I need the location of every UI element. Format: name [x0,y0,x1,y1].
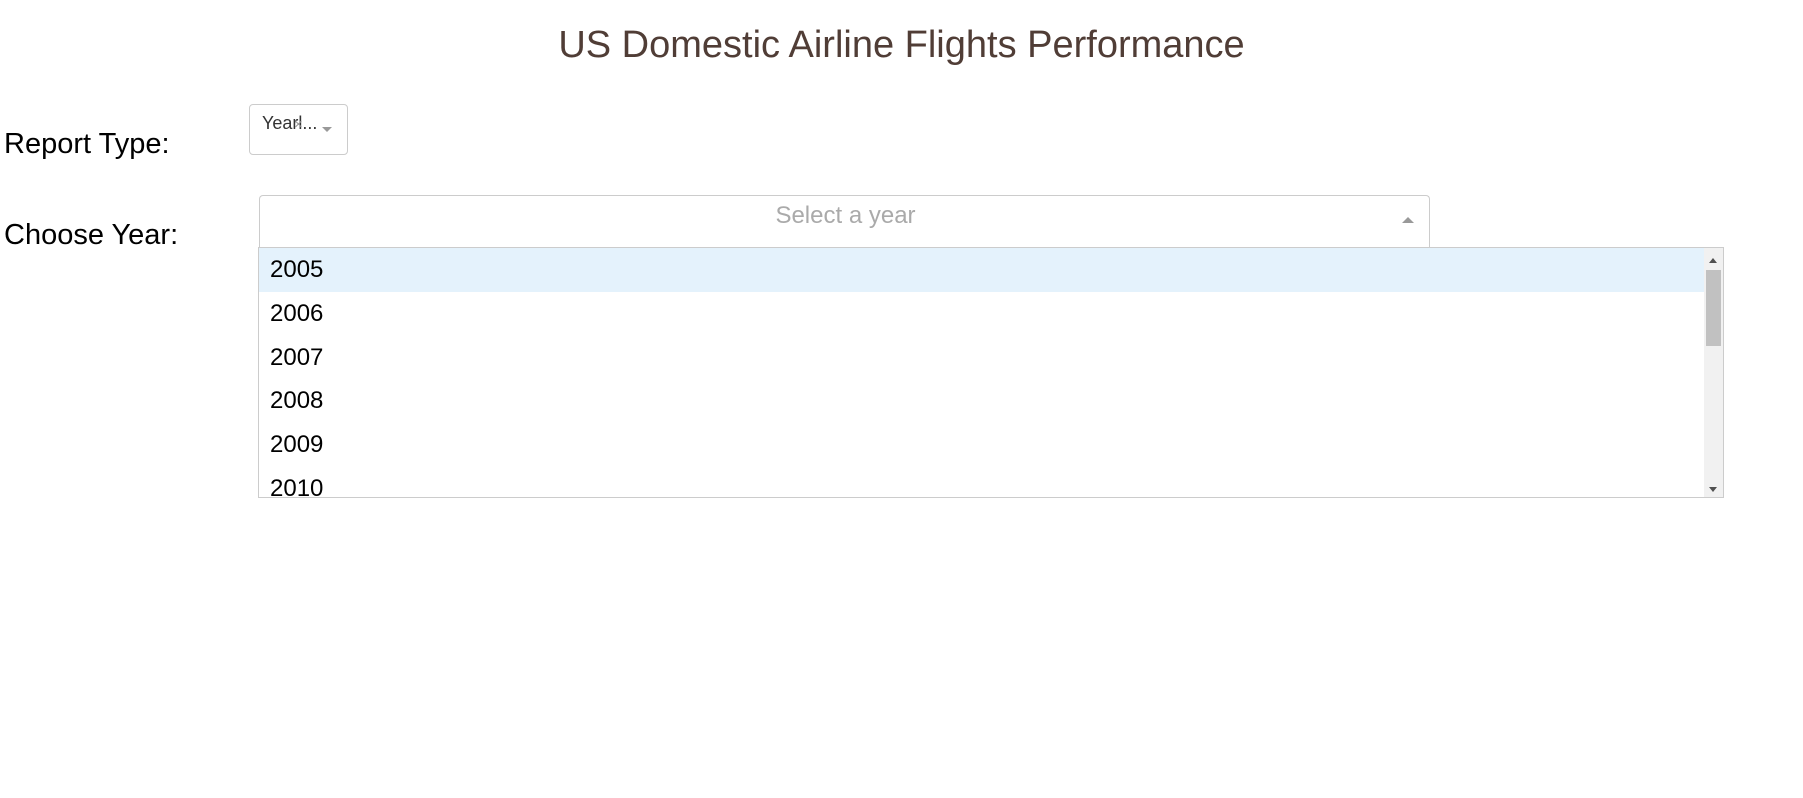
choose-year-label: Choose Year: [4,219,179,251]
chevron-up-icon[interactable] [1402,217,1414,223]
scroll-thumb[interactable] [1706,270,1721,346]
menu-scrollbar[interactable] [1704,248,1723,497]
report-type-dropdown[interactable]: Yearl... × [249,104,348,155]
report-type-value: Yearl... [262,113,318,133]
clear-icon[interactable]: × [294,116,303,133]
year-option[interactable]: 2005 [259,248,1705,292]
scroll-down-icon[interactable] [1709,487,1717,492]
year-dropdown[interactable]: Select a year [259,195,1430,247]
year-option[interactable]: 2006 [259,292,1705,336]
year-option[interactable]: 2008 [259,379,1705,423]
scroll-up-icon[interactable] [1709,258,1717,263]
dashboard-page: US Domestic Airline Flights Performance … [0,0,1803,798]
chevron-down-icon[interactable] [322,127,332,132]
year-placeholder: Select a year [775,202,916,229]
year-option[interactable]: 2007 [259,336,1705,380]
year-option[interactable]: 2009 [259,423,1705,467]
report-type-label: Report Type: [4,128,170,160]
page-title: US Domestic Airline Flights Performance [558,24,1245,66]
year-option[interactable]: 2010 [259,467,1705,497]
year-dropdown-menu: 2005 2006 2007 2008 2009 2010 [258,247,1724,498]
